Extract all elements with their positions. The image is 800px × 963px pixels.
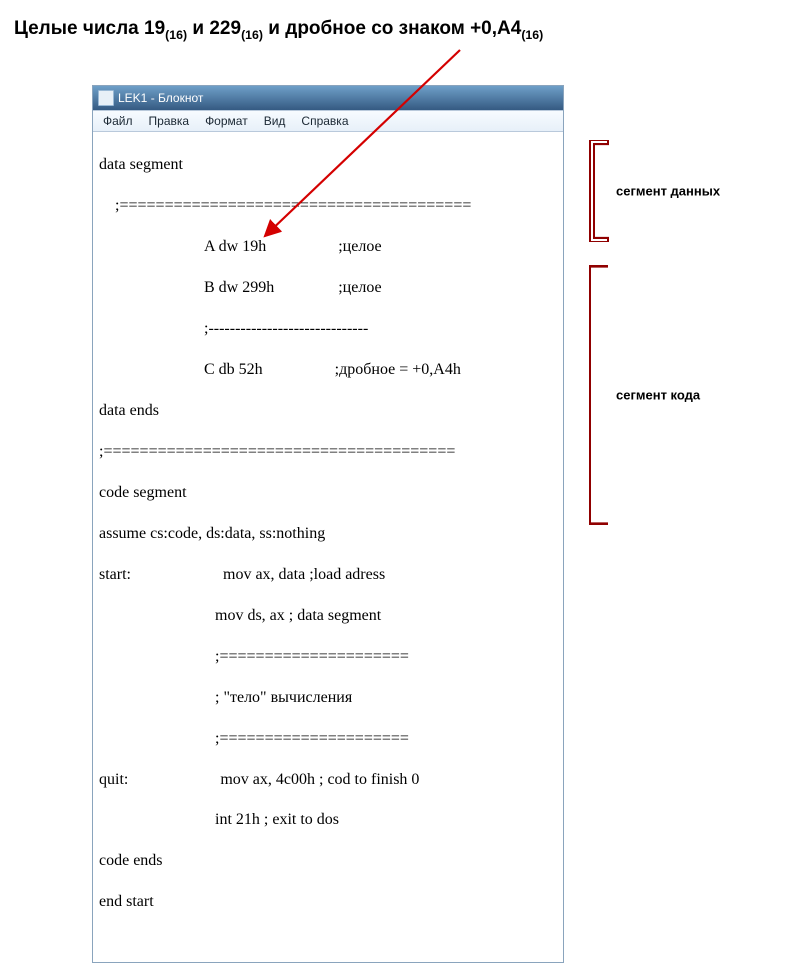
- code-line: ; "тело" вычисления: [99, 688, 557, 708]
- code-instr: ;=====================: [215, 648, 409, 665]
- code-line: ;=======================================: [99, 442, 557, 462]
- menu-view[interactable]: Вид: [257, 113, 293, 129]
- menu-format[interactable]: Формат: [198, 113, 255, 129]
- titlebar: LEK1 - Блокнот: [93, 86, 563, 110]
- menu-edit[interactable]: Правка: [142, 113, 197, 129]
- code-line: ;=====================: [99, 647, 557, 667]
- code-instr: ;=====================: [215, 730, 409, 747]
- title-sub-3: (16): [521, 28, 543, 42]
- code-instr: ; "тело" вычисления: [215, 689, 352, 706]
- code-line: data segment: [99, 155, 557, 175]
- menu-help[interactable]: Справка: [294, 113, 355, 129]
- label-data-segment: сегмент данных: [616, 184, 720, 199]
- menubar: Файл Правка Формат Вид Справка: [93, 110, 563, 132]
- code-instr: mov ax, 4c00h ; cod to finish 0: [220, 771, 419, 788]
- code-line: ;=====================: [99, 729, 557, 749]
- bracket-code-segment: сегмент кода: [588, 265, 778, 525]
- window-title: LEK1 - Блокнот: [118, 91, 203, 105]
- label-code-segment: сегмент кода: [616, 388, 700, 403]
- notepad-window: LEK1 - Блокнот Файл Правка Формат Вид Сп…: [92, 85, 564, 963]
- notepad-icon: [98, 90, 114, 106]
- code-line: data ends: [99, 401, 557, 421]
- code-line: assume cs:code, ds:data, ss:nothing: [99, 524, 557, 544]
- code-instr: int 21h ; exit to dos: [215, 811, 339, 828]
- code-line: ;------------------------------: [99, 319, 557, 339]
- title-sub-2: (16): [241, 28, 263, 42]
- code-line: int 21h ; exit to dos: [99, 810, 557, 830]
- code-line: code segment: [99, 483, 557, 503]
- title-sub-1: (16): [165, 28, 187, 42]
- code-instr: mov ds, ax ; data segment: [215, 607, 381, 624]
- code-label: quit:: [99, 771, 128, 788]
- code-line: B dw 299h ;целое: [99, 278, 557, 298]
- code-label: start:: [99, 566, 131, 583]
- code-line: code ends: [99, 851, 557, 871]
- code-line: mov ds, ax ; data segment: [99, 606, 557, 626]
- title-text-1: Целые числа 19: [14, 18, 165, 39]
- title-text-2: и 229: [187, 18, 241, 39]
- code-line: ;=======================================: [99, 196, 557, 216]
- code-line: C db 52h ;дробное = +0,A4h: [99, 360, 557, 380]
- code-line: end start: [99, 892, 557, 912]
- slide-title: Целые числа 19(16) и 229(16) и дробное с…: [14, 18, 543, 42]
- code-area[interactable]: data segment ;==========================…: [93, 132, 563, 962]
- bracket-icon: [588, 265, 610, 525]
- bracket-icon: [588, 140, 610, 242]
- title-text-3: и дробное со знаком +0,А4: [263, 18, 521, 39]
- menu-file[interactable]: Файл: [96, 113, 140, 129]
- code-instr: mov ax, data ;load adress: [223, 566, 385, 583]
- code-line: quit: mov ax, 4c00h ; cod to finish 0: [99, 770, 557, 790]
- code-line: start: mov ax, data ;load adress: [99, 565, 557, 585]
- code-line: A dw 19h ;целое: [99, 237, 557, 257]
- bracket-data-segment: сегмент данных: [588, 140, 778, 242]
